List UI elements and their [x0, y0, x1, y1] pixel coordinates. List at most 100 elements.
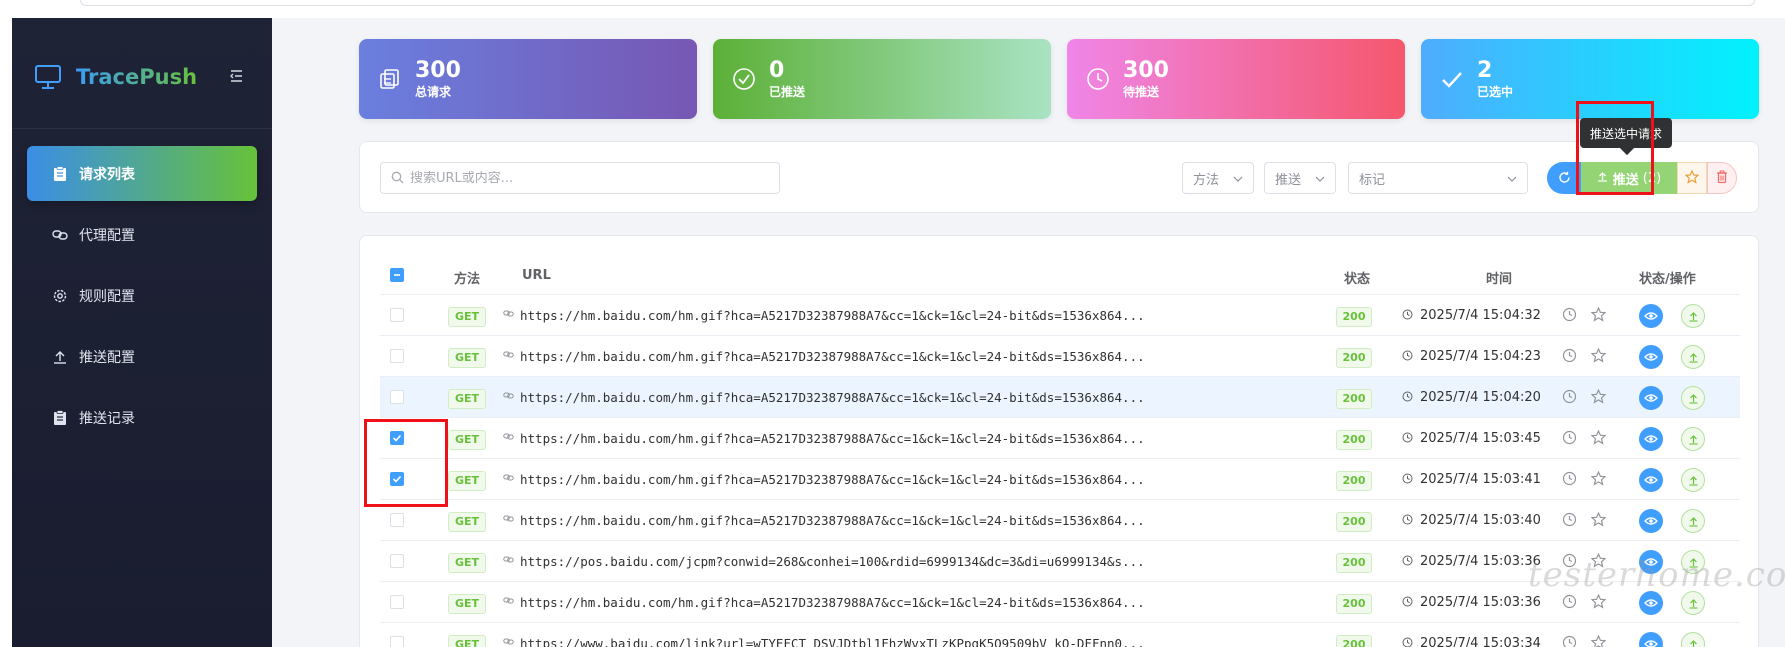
history-clock-icon[interactable]	[1562, 512, 1577, 531]
trash-icon	[1716, 169, 1728, 188]
status-badge: 200	[1336, 430, 1372, 450]
request-url[interactable]: https://www.baidu.com/link?url=wTYEFCT_D…	[520, 636, 1145, 647]
clock-icon	[1402, 350, 1413, 365]
row-checkbox[interactable]	[390, 472, 404, 486]
history-clock-icon[interactable]	[1562, 430, 1577, 449]
status-badge: 200	[1336, 635, 1372, 647]
method-tag: GET	[448, 553, 486, 573]
row-checkbox[interactable]	[390, 554, 404, 568]
push-upload-icon[interactable]	[1681, 345, 1705, 369]
request-url[interactable]: https://hm.baidu.com/hm.gif?hca=A5217D32…	[520, 390, 1145, 405]
push-upload-icon[interactable]	[1681, 468, 1705, 492]
star-icon[interactable]	[1590, 634, 1607, 647]
refresh-button[interactable]	[1547, 162, 1581, 194]
view-eye-icon[interactable]	[1639, 345, 1663, 369]
copy-document-icon	[377, 66, 403, 92]
collapse-menu-icon[interactable]	[228, 66, 248, 86]
row-checkbox[interactable]	[390, 513, 404, 527]
method-tag: GET	[448, 389, 486, 409]
history-clock-icon[interactable]	[1562, 594, 1577, 613]
link-icon	[503, 349, 514, 364]
push-upload-icon[interactable]	[1681, 386, 1705, 410]
push-upload-icon[interactable]	[1681, 509, 1705, 533]
search-icon	[391, 169, 404, 188]
star-icon[interactable]	[1590, 511, 1607, 531]
table-row[interactable]: GET https://www.baidu.com/link?url=wTYEFC…	[380, 623, 1740, 647]
request-time: 2025/7/4 15:04:20	[1420, 390, 1541, 405]
link-icon	[503, 308, 514, 323]
view-eye-icon[interactable]	[1639, 632, 1663, 647]
select-all-checkbox[interactable]	[390, 268, 404, 282]
request-url[interactable]: https://hm.baidu.com/hm.gif?hca=A5217D32…	[520, 472, 1145, 487]
row-checkbox[interactable]	[390, 349, 404, 363]
history-clock-icon[interactable]	[1562, 389, 1577, 408]
request-url[interactable]: https://hm.baidu.com/hm.gif?hca=A5217D32…	[520, 431, 1145, 446]
request-time: 2025/7/4 15:03:36	[1420, 595, 1541, 610]
push-selected-button[interactable]: 推送 (2)	[1581, 162, 1677, 194]
method-tag: GET	[448, 430, 486, 450]
star-icon[interactable]	[1590, 347, 1607, 367]
table-row[interactable]: GET https://hm.baidu.com/hm.gif?hca=A5217…	[380, 418, 1740, 459]
stat-label: 已推送	[769, 85, 806, 99]
row-checkbox[interactable]	[390, 636, 404, 647]
history-clock-icon[interactable]	[1562, 348, 1577, 367]
sidebar-item-push-records[interactable]: 推送记录	[27, 390, 257, 445]
row-checkbox[interactable]	[390, 595, 404, 609]
status-badge: 200	[1336, 471, 1372, 491]
view-eye-icon[interactable]	[1639, 468, 1663, 492]
view-eye-icon[interactable]	[1639, 386, 1663, 410]
left-margin	[0, 18, 12, 647]
chevron-down-icon	[1507, 171, 1517, 186]
request-url[interactable]: https://hm.baidu.com/hm.gif?hca=A5217D32…	[520, 349, 1145, 364]
table-row[interactable]: GET https://hm.baidu.com/hm.gif?hca=A5217…	[380, 377, 1740, 418]
view-eye-icon[interactable]	[1639, 427, 1663, 451]
sidebar-item-label: 推送配置	[79, 349, 135, 366]
push-upload-icon[interactable]	[1681, 304, 1705, 328]
sidebar-item-request-list[interactable]: 请求列表	[27, 146, 257, 201]
table-row[interactable]: GET https://hm.baidu.com/hm.gif?hca=A5217…	[380, 500, 1740, 541]
status-badge: 200	[1336, 389, 1372, 409]
push-upload-icon[interactable]	[1681, 632, 1705, 647]
brand[interactable]: TracePush	[34, 60, 197, 94]
star-icon[interactable]	[1590, 470, 1607, 490]
row-checkbox[interactable]	[390, 431, 404, 445]
table-row[interactable]: GET https://hm.baidu.com/hm.gif?hca=A5217…	[380, 295, 1740, 336]
history-clock-icon[interactable]	[1562, 307, 1577, 326]
table-row[interactable]: GET https://hm.baidu.com/hm.gif?hca=A5217…	[380, 336, 1740, 377]
search-input[interactable]	[410, 170, 770, 186]
delete-button[interactable]	[1707, 162, 1737, 194]
sidebar-item-push-config[interactable]: 推送配置	[27, 329, 257, 384]
history-clock-icon[interactable]	[1562, 471, 1577, 490]
row-checkbox[interactable]	[390, 308, 404, 322]
push-upload-icon[interactable]	[1681, 427, 1705, 451]
row-checkbox[interactable]	[390, 390, 404, 404]
star-icon[interactable]	[1590, 593, 1607, 613]
request-url[interactable]: https://hm.baidu.com/hm.gif?hca=A5217D32…	[520, 513, 1145, 528]
star-icon[interactable]	[1590, 306, 1607, 326]
clipboard-icon	[51, 409, 69, 427]
request-url[interactable]: https://hm.baidu.com/hm.gif?hca=A5217D32…	[520, 308, 1145, 323]
watermark: testerhome.com	[1528, 555, 1785, 595]
table-row[interactable]: GET https://hm.baidu.com/hm.gif?hca=A5217…	[380, 459, 1740, 500]
mark-star-button[interactable]	[1677, 162, 1707, 194]
check-icon	[1439, 66, 1465, 92]
select-value: 方法	[1193, 172, 1220, 188]
push-filter-select[interactable]: 推送	[1264, 162, 1336, 194]
method-filter-select[interactable]: 方法	[1182, 162, 1254, 194]
star-icon[interactable]	[1590, 388, 1607, 408]
history-clock-icon[interactable]	[1562, 635, 1577, 647]
filter-toolbar: 方法 推送 标记 推送 (2)	[359, 141, 1759, 213]
stat-value: 0	[769, 58, 785, 83]
header-time: 时间	[1486, 272, 1513, 287]
view-eye-icon[interactable]	[1639, 509, 1663, 533]
clock-icon	[1085, 66, 1111, 92]
mark-filter-select[interactable]: 标记	[1348, 162, 1528, 194]
star-icon[interactable]	[1590, 429, 1607, 449]
search-box[interactable]	[380, 162, 780, 194]
sidebar-item-rule-config[interactable]: 规则配置	[27, 268, 257, 323]
view-eye-icon[interactable]	[1639, 304, 1663, 328]
request-url[interactable]: https://pos.baidu.com/jcpm?conwid=268&co…	[520, 554, 1145, 569]
link-icon	[503, 472, 514, 487]
sidebar-item-proxy-config[interactable]: 代理配置	[27, 207, 257, 262]
request-url[interactable]: https://hm.baidu.com/hm.gif?hca=A5217D32…	[520, 595, 1145, 610]
